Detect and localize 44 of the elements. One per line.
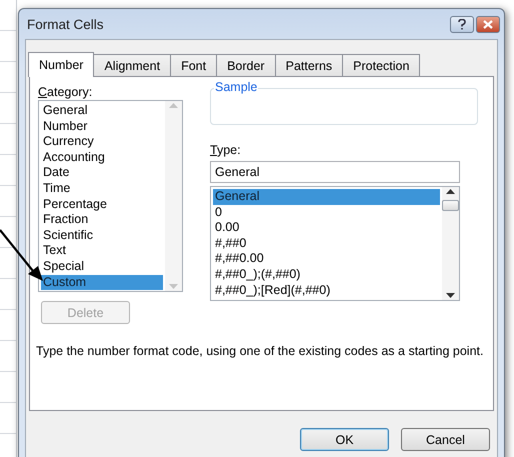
tab[interactable]: Number xyxy=(28,52,94,77)
tab[interactable]: Patterns xyxy=(274,54,344,76)
tab[interactable]: Font xyxy=(170,54,218,76)
list-item[interactable]: Fraction xyxy=(41,212,163,228)
category-label: Category: xyxy=(38,85,94,99)
annotation-arrow xyxy=(0,228,44,282)
list-item[interactable]: General xyxy=(41,103,163,119)
list-item[interactable]: Text xyxy=(41,243,163,259)
tab[interactable]: Alignment xyxy=(93,54,172,76)
list-item[interactable]: Percentage xyxy=(41,196,163,212)
list-item[interactable]: 0 xyxy=(213,204,440,220)
help-button[interactable] xyxy=(450,16,474,32)
description-text: Type the number format code, using one of the existing codes as a starting point. xyxy=(36,344,484,359)
list-item[interactable]: #,##0.00 xyxy=(213,251,440,267)
list-item[interactable]: Accounting xyxy=(41,150,163,166)
scroll-thumb[interactable] xyxy=(442,200,459,211)
list-item[interactable]: Special xyxy=(41,258,163,275)
window-title: Format Cells xyxy=(27,16,104,32)
tab[interactable]: Border xyxy=(216,54,276,76)
dialog-button[interactable]: OK xyxy=(300,428,389,451)
list-item[interactable]: Date xyxy=(41,165,163,181)
list-item[interactable]: Currency xyxy=(41,134,163,150)
list-item[interactable]: General xyxy=(213,189,440,205)
list-box[interactable]: General 0 0.00 #,##0 #,##0.00 #,##0_);(#,##0) #,##0_);[Red](#,##0) xyxy=(210,186,460,301)
scroll-up-icon[interactable] xyxy=(446,189,455,194)
close-button[interactable] xyxy=(476,16,500,32)
list-item[interactable]: Custom xyxy=(41,274,163,290)
sample-label: Sample xyxy=(214,80,258,94)
type-input-field[interactable]: General xyxy=(210,161,460,183)
scrollbar[interactable] xyxy=(442,187,459,300)
type-label: Type: xyxy=(210,143,242,157)
list-item[interactable]: Number xyxy=(41,118,163,134)
dialog-button[interactable]: Cancel xyxy=(401,428,490,451)
list-item[interactable]: Scientific xyxy=(41,228,163,244)
list-item[interactable]: Time xyxy=(41,180,163,197)
help-icon xyxy=(458,18,466,30)
list-item[interactable]: #,##0_);(#,##0) xyxy=(213,266,440,283)
close-icon xyxy=(483,20,493,28)
list-item[interactable]: #,##0_);[Red](#,##0) xyxy=(213,282,440,298)
tab[interactable]: Protection xyxy=(342,54,420,76)
list-item[interactable]: #,##0 xyxy=(213,236,440,252)
list-box[interactable]: General Number Currency Accounting Date Time Percentage Fraction Scientific Text Special Custom xyxy=(38,100,183,292)
list-item[interactable]: 0.00 xyxy=(213,220,440,236)
scroll-down-icon[interactable] xyxy=(446,293,455,298)
